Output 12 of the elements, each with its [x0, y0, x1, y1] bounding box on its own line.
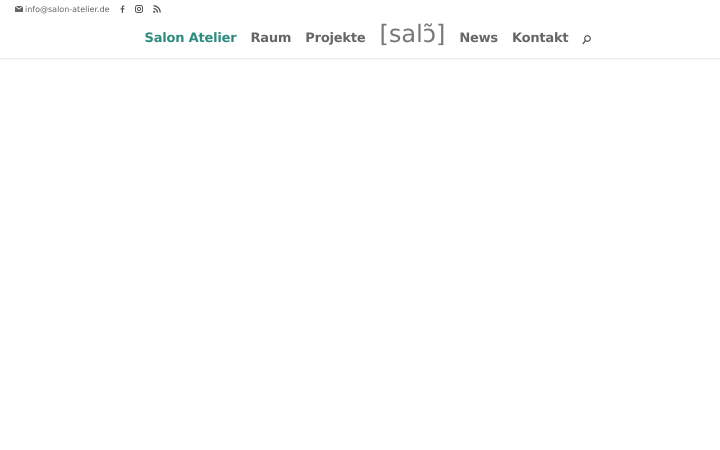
nav-link[interactable]: Kontakt — [512, 30, 568, 46]
instagram-icon[interactable] — [134, 5, 143, 13]
search-icon[interactable] — [582, 35, 592, 45]
email-link[interactable]: info@salon-atelier.de — [15, 4, 110, 14]
envelope-icon — [15, 6, 23, 12]
facebook-icon[interactable] — [120, 5, 125, 13]
logo[interactable]: [salɔ̃] — [380, 20, 446, 48]
nav-link[interactable]: Projekte — [305, 30, 366, 46]
nav-link[interactable]: Raum — [250, 30, 292, 46]
nav-link[interactable]: Salon Atelier — [144, 30, 236, 46]
nav-link[interactable]: News — [459, 30, 498, 46]
rss-icon[interactable] — [152, 5, 161, 13]
